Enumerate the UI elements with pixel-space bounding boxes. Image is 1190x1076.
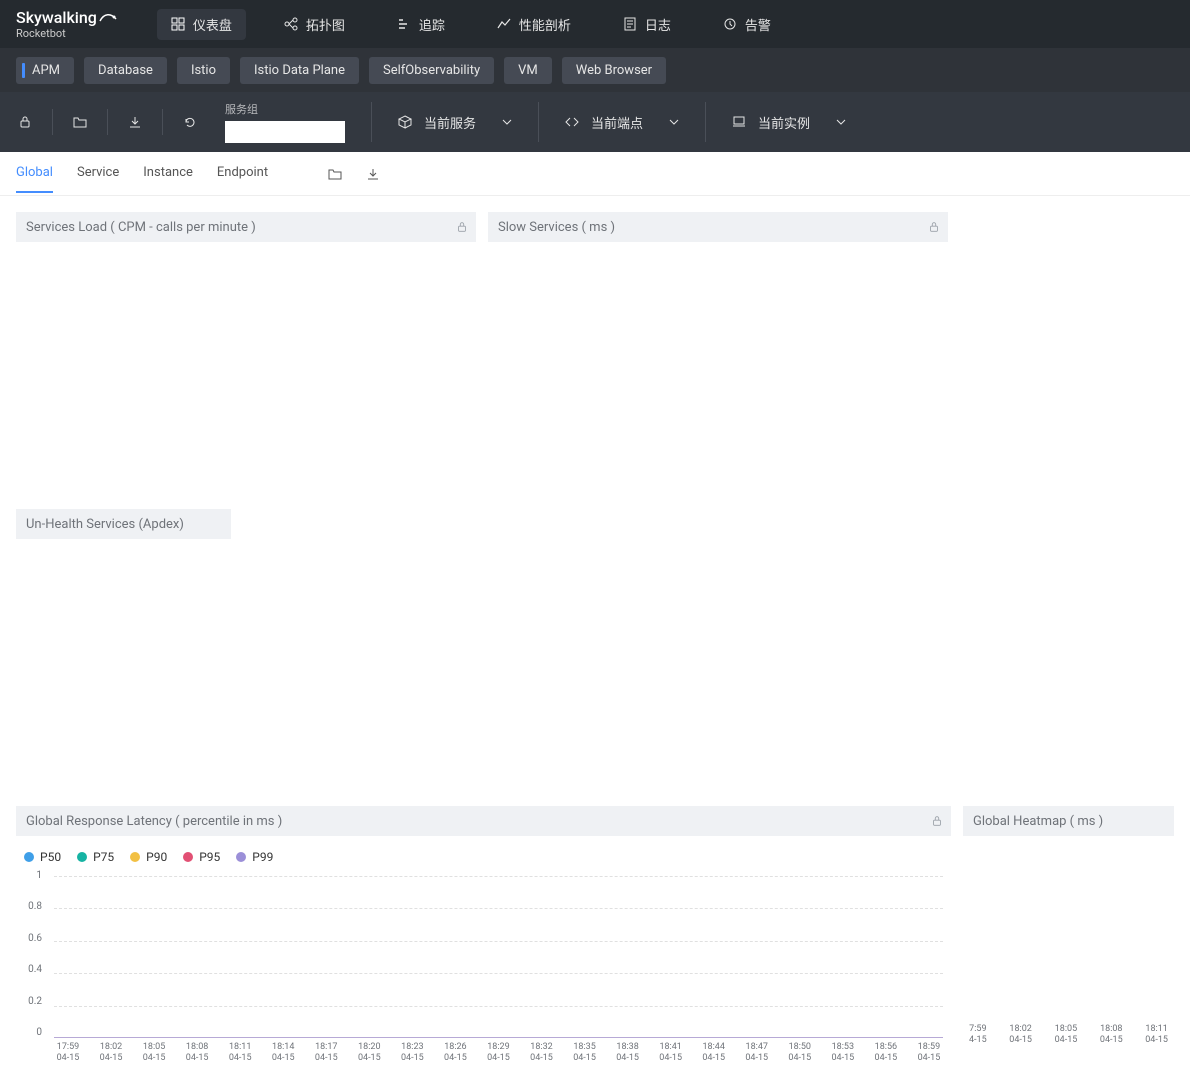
- current-service-selector[interactable]: 当前服务: [398, 113, 512, 132]
- legend-entry[interactable]: P95: [183, 850, 220, 864]
- logs-icon: [623, 17, 637, 31]
- scope-tabs: Global Service Instance Endpoint: [0, 152, 1190, 196]
- current-instance-selector[interactable]: 当前实例: [732, 113, 846, 132]
- brand-swoosh-icon: [99, 11, 117, 25]
- cards-grid: Services Load ( CPM - calls per minute )…: [0, 196, 1190, 1076]
- card-global-heatmap: Global Heatmap ( ms ) 7:594-1518:0204-15…: [963, 806, 1174, 1060]
- card-unhealth-services: Un-Health Services (Apdex): [16, 509, 231, 794]
- nav-trace[interactable]: 追踪: [383, 9, 459, 40]
- card-slow-services: Slow Services ( ms ): [488, 212, 948, 497]
- lock-icon: [456, 221, 468, 233]
- lock-icon: [928, 221, 940, 233]
- current-endpoint-selector[interactable]: 当前端点: [565, 113, 679, 132]
- cube-icon: [398, 115, 412, 129]
- service-group-selector: 服务组: [225, 101, 345, 143]
- tab-vm[interactable]: VM: [504, 57, 552, 84]
- nav-logs[interactable]: 日志: [609, 9, 685, 40]
- nav-label: 追踪: [419, 15, 445, 34]
- lock-icon: [931, 815, 943, 827]
- tab-istio-data-plane[interactable]: Istio Data Plane: [240, 57, 359, 84]
- selector-bar: 服务组 当前服务 当前端点 当前实例: [0, 92, 1190, 152]
- laptop-icon: [732, 115, 746, 129]
- card-services-load: Services Load ( CPM - calls per minute ): [16, 212, 476, 497]
- brand-subtitle: Rocketbot: [16, 27, 117, 40]
- tab-self-observability[interactable]: SelfObservability: [369, 57, 494, 84]
- import-icon[interactable]: [122, 109, 148, 135]
- card-title: Global Heatmap ( ms ): [973, 814, 1103, 829]
- current-service-label: 当前服务: [424, 113, 476, 132]
- dashboard-icon: [171, 17, 185, 31]
- tab-apm[interactable]: APM: [16, 57, 74, 84]
- legend-entry[interactable]: P99: [236, 850, 273, 864]
- nav-label: 性能剖析: [519, 15, 571, 34]
- scope-service[interactable]: Service: [77, 154, 119, 193]
- folder-icon[interactable]: [67, 109, 93, 135]
- code-icon: [565, 115, 579, 129]
- nav-label: 仪表盘: [193, 15, 232, 34]
- legend-entry[interactable]: P75: [77, 850, 114, 864]
- chevron-down-icon: [669, 117, 679, 127]
- refresh-icon[interactable]: [177, 109, 203, 135]
- chevron-down-icon: [502, 117, 512, 127]
- legend-entry[interactable]: P50: [24, 850, 61, 864]
- top-nav: Skywalking Rocketbot 仪表盘 拓扑图 追踪 性能剖析 日志 …: [0, 0, 1190, 48]
- chevron-down-icon: [836, 117, 846, 127]
- nav-profile[interactable]: 性能剖析: [483, 9, 585, 40]
- dashboard-tabs: APM Database Istio Istio Data Plane Self…: [0, 48, 1190, 92]
- trace-icon: [397, 17, 411, 31]
- import-icon[interactable]: [366, 167, 380, 181]
- scope-endpoint[interactable]: Endpoint: [217, 154, 268, 193]
- folder-icon[interactable]: [328, 167, 342, 181]
- profile-icon: [497, 17, 511, 31]
- nav-label: 日志: [645, 15, 671, 34]
- brand: Skywalking Rocketbot: [16, 8, 117, 40]
- alarm-icon: [723, 17, 737, 31]
- card-title: Slow Services ( ms ): [498, 220, 615, 235]
- nav-topology[interactable]: 拓扑图: [270, 9, 359, 40]
- nav-label: 告警: [745, 15, 771, 34]
- card-global-response-latency: Global Response Latency ( percentile in …: [16, 806, 951, 1060]
- topology-icon: [284, 17, 298, 31]
- scope-instance[interactable]: Instance: [143, 154, 193, 193]
- chart-legend: P50 P75 P90 P95 P99: [16, 836, 951, 870]
- nav-alarm[interactable]: 告警: [709, 9, 785, 40]
- card-title: Un-Health Services (Apdex): [26, 517, 184, 532]
- nav-label: 拓扑图: [306, 15, 345, 34]
- tab-istio[interactable]: Istio: [177, 57, 230, 84]
- card-title: Global Response Latency ( percentile in …: [26, 814, 282, 829]
- tab-web-browser[interactable]: Web Browser: [562, 57, 666, 84]
- card-title: Services Load ( CPM - calls per minute ): [26, 220, 256, 235]
- nav-dashboard[interactable]: 仪表盘: [157, 9, 246, 40]
- legend-entry[interactable]: P90: [130, 850, 167, 864]
- service-group-label: 服务组: [225, 101, 345, 117]
- chart-area: 10.80.60.40.20 17:5904-1518:0204-1518:05…: [46, 870, 943, 1060]
- scope-global[interactable]: Global: [16, 154, 53, 193]
- current-endpoint-label: 当前端点: [591, 113, 643, 132]
- lock-icon[interactable]: [12, 109, 38, 135]
- current-instance-label: 当前实例: [758, 113, 810, 132]
- service-group-input[interactable]: [225, 121, 345, 143]
- brand-title: Skywalking: [16, 8, 97, 27]
- tab-database[interactable]: Database: [84, 57, 167, 84]
